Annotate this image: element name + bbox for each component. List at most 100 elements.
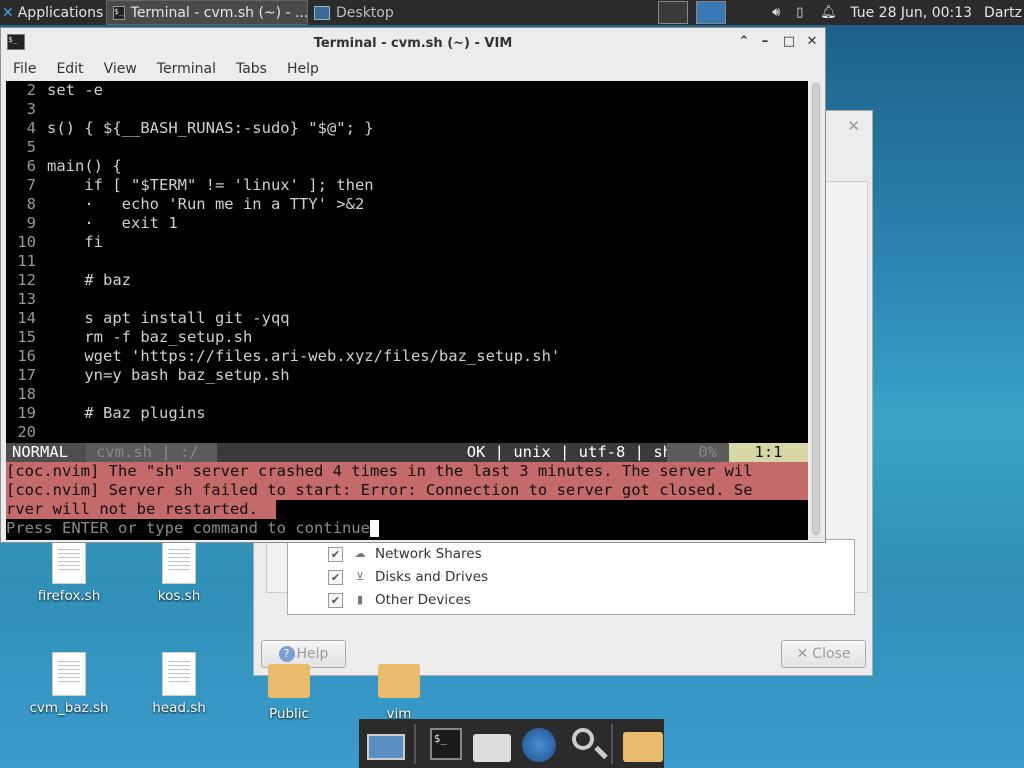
line-number: 10 <box>17 233 36 251</box>
code-line[interactable]: 20 <box>6 423 47 442</box>
terminal-icon: $_ <box>113 5 125 20</box>
folder-icon <box>623 731 664 762</box>
code-line[interactable]: 19 # Baz plugins <box>6 404 205 423</box>
minimize-icon[interactable]: – <box>757 33 773 51</box>
code-line[interactable]: 17 yn=y bash baz_setup.sh <box>6 366 289 385</box>
checkbox-network-shares[interactable]: ✔ <box>328 546 343 562</box>
vim-scroll-percent: 0% <box>667 443 729 462</box>
continue-prompt-text: Press ENTER or type command to continue <box>6 519 370 537</box>
menu-tabs[interactable]: Tabs <box>224 61 267 77</box>
code-line[interactable]: 6 main() { <box>6 157 122 176</box>
code-line[interactable]: 14 s apt install git -yqq <box>6 309 289 328</box>
code-line[interactable]: 12 # baz <box>6 271 131 290</box>
code-line[interactable]: 18 <box>6 385 47 404</box>
desktop-file-cvm-baz-sh[interactable]: cvm_baz.sh <box>24 652 114 716</box>
window-title: Terminal - cvm.sh (~) - VIM <box>313 36 513 51</box>
device-label: Other Devices <box>375 592 471 608</box>
close-icon[interactable]: ✕ <box>804 33 820 51</box>
workspace-1-button[interactable] <box>658 1 689 24</box>
line-text: · echo 'Run me in a TTY' >&2 <box>47 195 365 213</box>
globe-icon <box>521 727 556 762</box>
dock-app-finder-launcher[interactable] <box>560 724 605 764</box>
desktop-icon <box>314 5 330 20</box>
dialog-close-icon[interactable]: ✕ <box>847 117 860 135</box>
continue-prompt: Press ENTER or type command to continue <box>6 519 379 538</box>
list-item[interactable]: ✔ ☁ Network Shares <box>328 544 482 564</box>
line-number: 16 <box>17 347 36 365</box>
volume-icon[interactable]: 🔊︎ <box>766 0 790 25</box>
workspace-2-button[interactable] <box>696 1 727 24</box>
checkbox-disks-and-drives[interactable]: ✔ <box>328 569 343 585</box>
dock-folder-launcher[interactable] <box>617 724 664 764</box>
error-message: rver will not be restarted. <box>6 500 276 519</box>
menu-help[interactable]: Help <box>275 61 319 77</box>
code-line[interactable]: 2 set -e <box>6 81 103 100</box>
desktop-folder-public[interactable]: Public <box>244 664 334 722</box>
line-text: # baz <box>47 271 131 289</box>
terminal-scrollbar[interactable] <box>810 81 822 540</box>
code-line[interactable]: 5 <box>6 138 47 157</box>
menu-edit[interactable]: Edit <box>44 61 83 77</box>
applications-menu[interactable]: ✕ Applications <box>0 0 106 25</box>
menu-view[interactable]: View <box>92 61 137 77</box>
device-label: Network Shares <box>375 546 482 562</box>
chevron-up-icon[interactable]: ⌃ <box>736 33 752 51</box>
text-file-icon <box>162 652 196 696</box>
code-line[interactable]: 8 · echo 'Run me in a TTY' >&2 <box>6 195 365 214</box>
code-line[interactable]: 15 rm -f baz_setup.sh <box>6 328 252 347</box>
device-label: Disks and Drives <box>375 569 489 585</box>
dock-terminal-launcher[interactable]: $_ <box>420 724 465 764</box>
scrollbar-thumb[interactable] <box>812 83 820 535</box>
applications-label: Applications <box>17 4 104 21</box>
code-line[interactable]: 10 fi <box>6 233 103 252</box>
help-icon: ? <box>278 646 295 662</box>
devices-list: ✔ ☁ Network Shares ✔ ⊻ Disks and Drives … <box>287 539 855 615</box>
desktop-file-head-sh[interactable]: head.sh <box>134 652 224 716</box>
list-item[interactable]: ✔ ▮ Other Devices <box>328 590 471 610</box>
text-file-icon <box>162 540 196 584</box>
vim-filename: cvm.sh | :/ <box>86 443 217 462</box>
menu-terminal[interactable]: Terminal <box>145 61 216 77</box>
desktop-icon-label: head.sh <box>152 700 206 716</box>
taskbar-item-desktop[interactable]: Desktop <box>308 0 504 25</box>
text-cursor <box>369 520 379 537</box>
desktop-file-firefox-sh[interactable]: firefox.sh <box>24 540 114 604</box>
code-line[interactable]: 13 <box>6 290 47 309</box>
user-menu[interactable]: Dartz <box>978 0 1024 25</box>
maximize-icon[interactable]: □ <box>781 33 797 51</box>
menu-file[interactable]: File <box>1 61 36 77</box>
list-item[interactable]: ✔ ⊻ Disks and Drives <box>328 567 488 587</box>
code-line[interactable]: 7 if [ "$TERM" != 'linux' ]; then <box>6 176 374 195</box>
show-desktop-button[interactable] <box>363 724 408 764</box>
code-line[interactable]: 16 wget 'https://files.ari-web.xyz/files… <box>6 347 560 366</box>
close-button-label: Close <box>812 646 851 662</box>
desktop-icon-label: firefox.sh <box>37 588 101 604</box>
xfce-logo-icon: ✕ <box>2 4 14 21</box>
terminal-window: $_ Terminal - cvm.sh (~) - VIM ⌃ – □ ✕ F… <box>0 27 826 543</box>
code-line[interactable]: 3 <box>6 100 47 119</box>
terminal-titlebar[interactable]: $_ Terminal - cvm.sh (~) - VIM ⌃ – □ ✕ <box>1 28 825 58</box>
line-number: 12 <box>17 271 36 289</box>
code-line[interactable]: 9 · exit 1 <box>6 214 178 233</box>
desktop-icon-label: kos.sh <box>157 588 201 604</box>
dock-web-browser-launcher[interactable] <box>514 724 559 764</box>
desktop-folder-vim[interactable]: vim <box>354 664 444 722</box>
checkbox-other-devices[interactable]: ✔ <box>328 592 343 608</box>
line-number: 6 <box>26 157 36 175</box>
notification-bell-icon[interactable]: 🔔︎ <box>814 0 838 25</box>
taskbar-item-terminal[interactable]: $_ Terminal - cvm.sh (~) - ... <box>106 0 308 25</box>
clock[interactable]: Tue 28 Jun, 00:13 <box>838 0 978 25</box>
code-line[interactable]: 11 <box>6 252 47 271</box>
terminal-content[interactable]: 2 set -e 3 4 s() { ${__BASH_RUNAS:-sudo} "$@… <box>6 81 808 540</box>
vim-mode: NORMAL <box>6 443 86 462</box>
desktop-file-kos-sh[interactable]: kos.sh <box>134 540 224 604</box>
code-line[interactable]: 4 s() { ${__BASH_RUNAS:-sudo} "$@"; } <box>6 119 374 138</box>
dock-file-manager-launcher[interactable] <box>467 724 512 764</box>
line-text: s() { ${__BASH_RUNAS:-sudo} "$@"; } <box>47 119 374 137</box>
battery-icon[interactable]: ▯ <box>790 0 814 25</box>
close-icon: ✕ <box>796 646 809 662</box>
dock-separator <box>413 723 416 764</box>
help-button-label: Help <box>296 646 329 662</box>
close-button[interactable]: ✕ Close <box>781 640 866 668</box>
line-number: 2 <box>26 81 36 99</box>
